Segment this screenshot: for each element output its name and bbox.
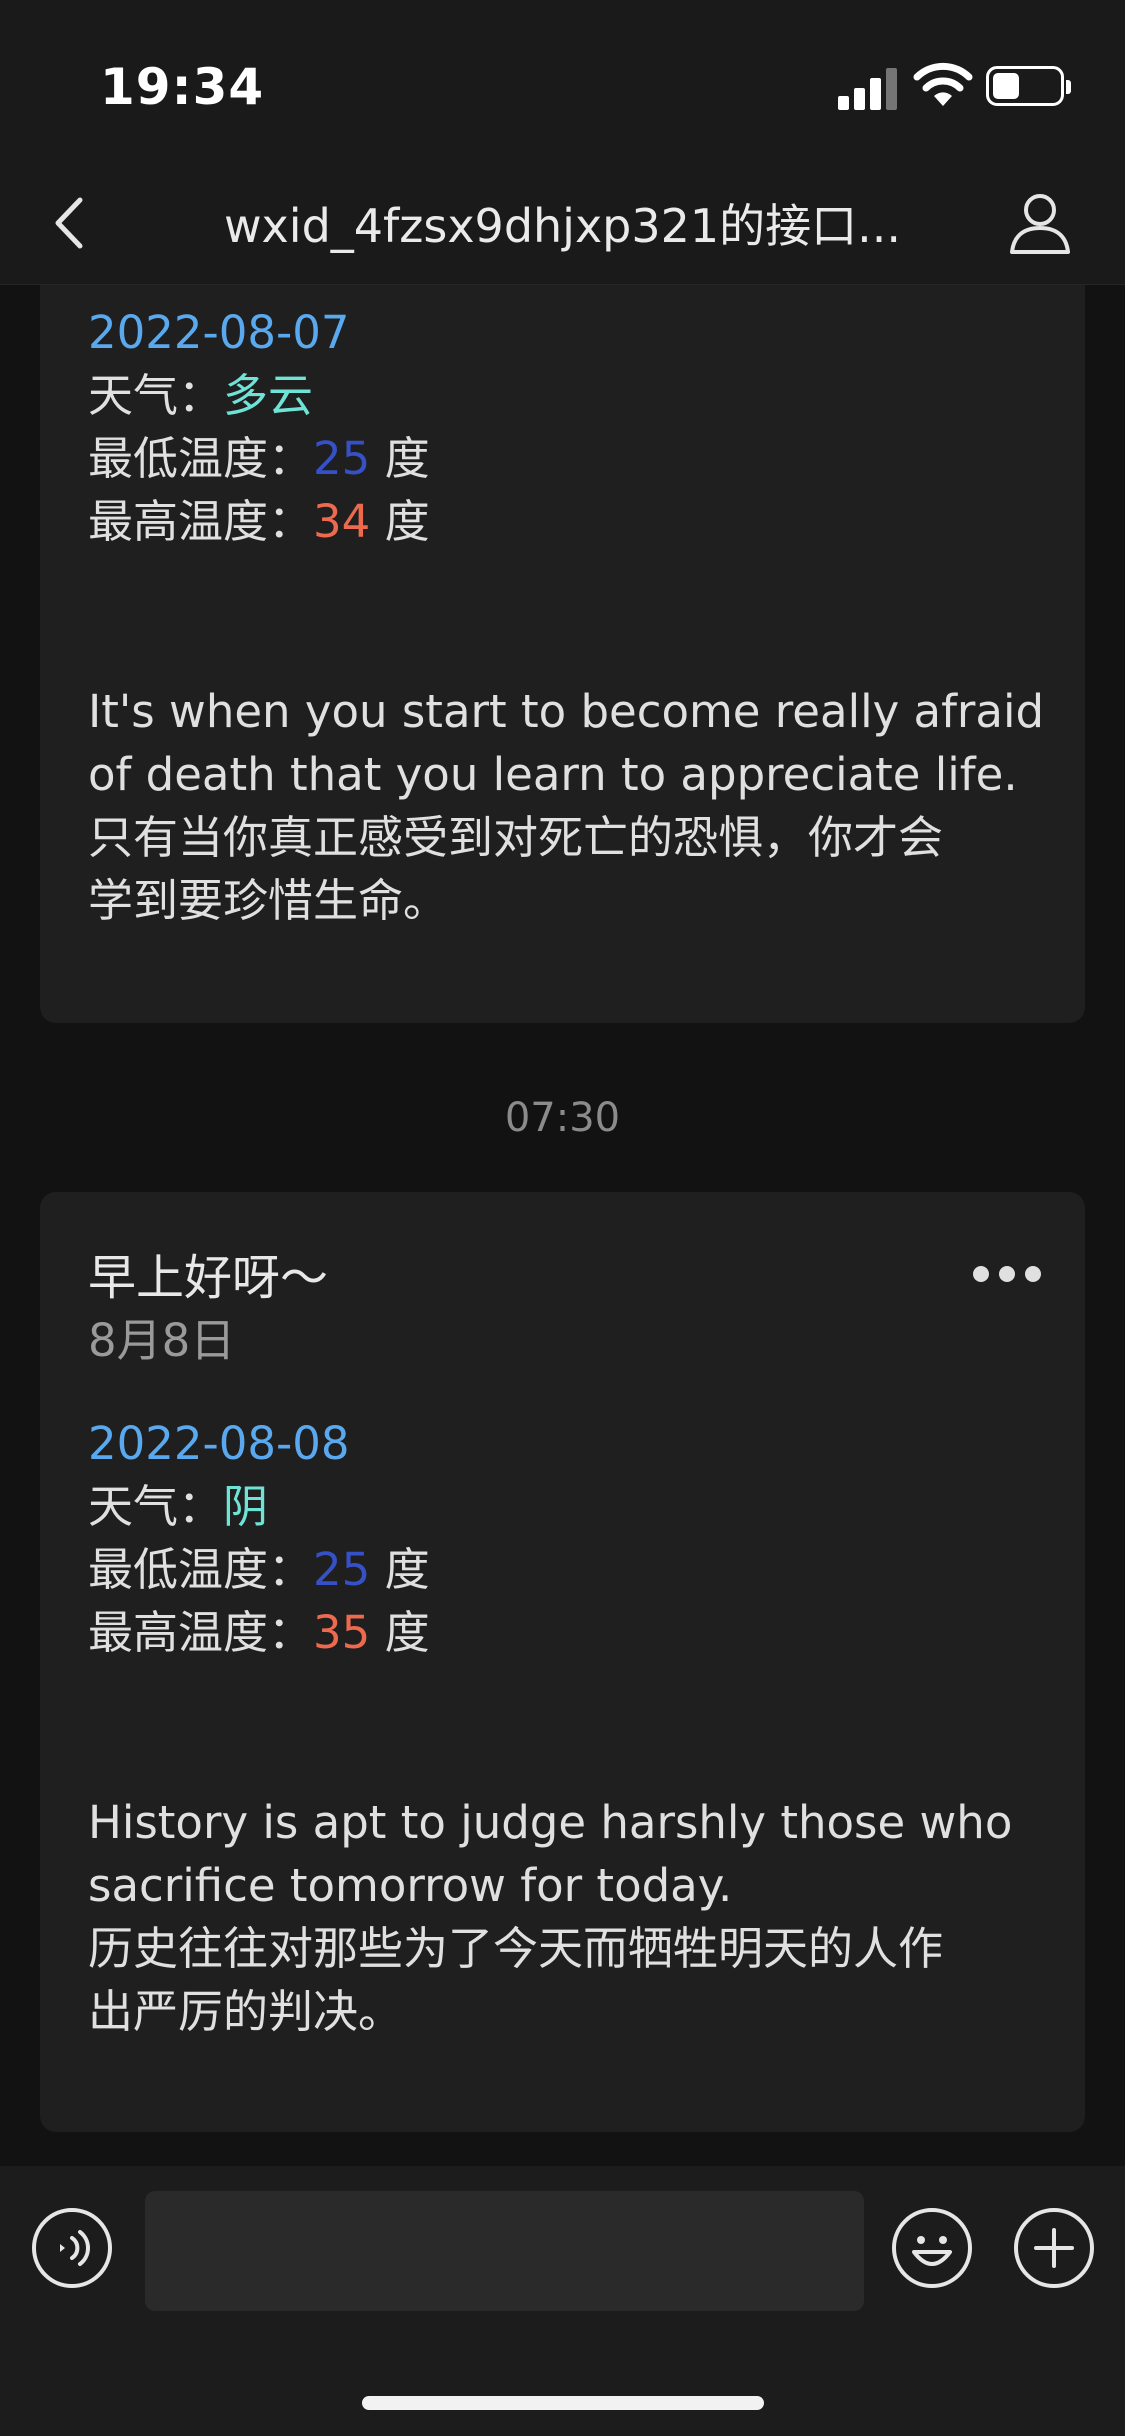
quote-line: 学到要珍惜生命。 — [88, 874, 449, 927]
profile-button[interactable] — [1004, 186, 1076, 258]
plus-button[interactable] — [1012, 2206, 1096, 2290]
weather-row: 天气：阴 — [88, 1480, 269, 1533]
more-button[interactable] — [973, 1262, 1041, 1286]
message-subdate: 8月8日 — [88, 1314, 236, 1367]
greeting-title: 早上好呀～ — [88, 1250, 329, 1306]
low-temp-row: 最低温度：25 度 — [88, 1543, 430, 1596]
battery-icon — [986, 66, 1071, 106]
quote-line: 出严厉的判决。 — [88, 1985, 404, 2038]
wifi-icon — [913, 62, 973, 106]
message-card[interactable]: 2022-08-07 天气：多云 最低温度：25 度 最高温度：34 度 It'… — [40, 285, 1085, 1023]
status-time: 19:34 — [100, 58, 265, 116]
chat-title: wxid_4fzsx9dhjxp321的接口... — [223, 199, 902, 253]
forecast-date: 2022-08-08 — [88, 1417, 350, 1470]
nav-bar: wxid_4fzsx9dhjxp321的接口... — [0, 160, 1125, 285]
high-temp-row: 最高温度：35 度 — [88, 1606, 430, 1659]
voice-button[interactable] — [30, 2206, 114, 2290]
status-bar: 19:34 — [0, 0, 1125, 160]
quote-line: History is apt to judge harshly those wh… — [88, 1796, 1013, 1849]
message-input[interactable] — [145, 2191, 864, 2311]
chat-area[interactable]: 2022-08-07 天气：多云 最低温度：25 度 最高温度：34 度 It'… — [0, 285, 1125, 2165]
quote-line: 只有当你真正感受到对死亡的恐惧，你才会 — [88, 811, 944, 864]
emoji-button[interactable] — [890, 2206, 974, 2290]
message-card[interactable]: 早上好呀～ 8月8日 2022-08-08 天气：阴 最低温度：25 度 最高温… — [40, 1192, 1085, 2132]
back-button[interactable] — [40, 188, 110, 258]
weather-row: 天气：多云 — [88, 369, 314, 422]
quote-line: sacrifice tomorrow for today. — [88, 1859, 733, 1912]
quote-line: 历史往往对那些为了今天而牺牲明天的人作 — [88, 1922, 944, 1975]
quote-line: of death that you learn to appreciate li… — [88, 748, 1018, 801]
forecast-date: 2022-08-07 — [88, 306, 350, 359]
cellular-signal-icon — [838, 64, 898, 110]
low-temp-row: 最低温度：25 度 — [88, 432, 430, 485]
home-indicator — [362, 2396, 764, 2410]
message-timestamp: 07:30 — [504, 1095, 621, 1141]
quote-line: It's when you start to become really afr… — [88, 685, 1045, 738]
high-temp-row: 最高温度：34 度 — [88, 495, 430, 548]
